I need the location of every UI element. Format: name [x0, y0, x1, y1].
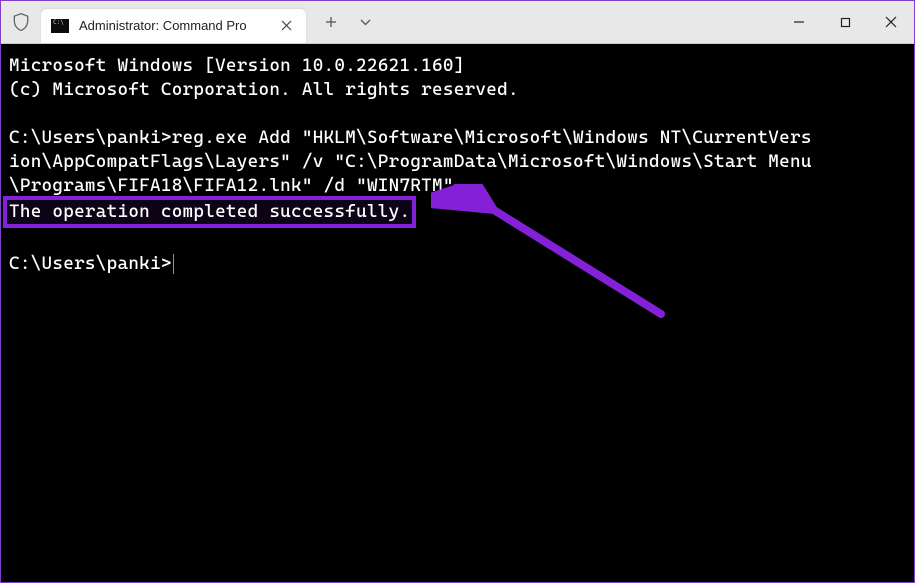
cursor: [173, 254, 174, 274]
blank-line: [9, 102, 906, 126]
active-tab[interactable]: C:\ Administrator: Command Pro: [41, 9, 306, 43]
banner-line: (c) Microsoft Corporation. All rights re…: [9, 78, 906, 102]
output-line: The operation completed successfully.: [9, 198, 906, 228]
titlebar: C:\ Administrator: Command Pro: [1, 1, 914, 44]
blank-line: [9, 228, 906, 252]
minimize-button[interactable]: [776, 1, 822, 43]
command-line: \Programs\FIFA18\FIFA12.lnk" /d "WIN7RTM…: [9, 174, 906, 198]
tab-close-button[interactable]: [276, 16, 296, 36]
tab-actions: [314, 1, 382, 43]
command-line: C:\Users\panki>reg.exe Add "HKLM\Softwar…: [9, 126, 906, 150]
window-controls: [776, 1, 914, 43]
annotation-highlight: The operation completed successfully.: [3, 196, 416, 228]
app-shield-icon: [1, 12, 41, 32]
maximize-button[interactable]: [822, 1, 868, 43]
prompt-line: C:\Users\panki>: [9, 252, 906, 276]
command-line: ion\AppCompatFlags\Layers" /v "C:\Progra…: [9, 150, 906, 174]
banner-line: Microsoft Windows [Version 10.0.22621.16…: [9, 54, 906, 78]
cmd-icon: C:\: [51, 19, 69, 33]
terminal-viewport[interactable]: Microsoft Windows [Version 10.0.22621.16…: [1, 44, 914, 582]
tab-title: Administrator: Command Pro: [79, 18, 268, 33]
new-tab-button[interactable]: [314, 7, 348, 37]
tab-dropdown-button[interactable]: [348, 7, 382, 37]
close-window-button[interactable]: [868, 1, 914, 43]
